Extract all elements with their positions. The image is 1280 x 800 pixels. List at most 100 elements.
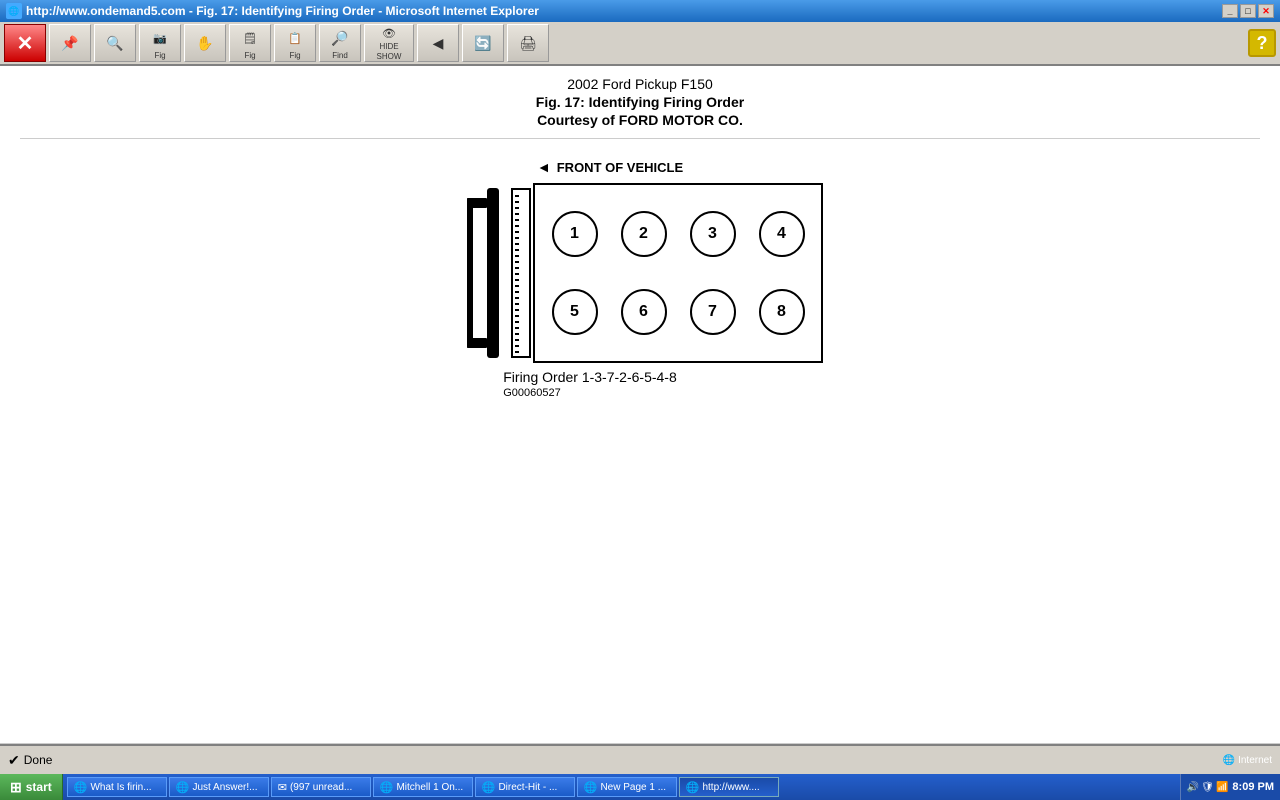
tick-bar bbox=[511, 188, 531, 358]
print-icon: 🖨 bbox=[516, 31, 540, 55]
page-title2: Fig. 17: Identifying Firing Order bbox=[20, 94, 1260, 110]
taskbar-item-5[interactable]: 🌐 New Page 1 ... bbox=[577, 777, 677, 797]
crankshaft-area bbox=[457, 183, 507, 363]
title-bar: 🌐 http://www.ondemand5.com - Fig. 17: Id… bbox=[0, 0, 1280, 22]
taskbar-item-4[interactable]: 🌐 Direct-Hit - ... bbox=[475, 777, 575, 797]
toolbar-btn-hideshow[interactable]: 👁 HIDE SHOW bbox=[364, 24, 414, 62]
find-icon: 🔎 bbox=[328, 26, 352, 50]
page-title1: 2002 Ford Pickup F150 bbox=[20, 76, 1260, 92]
toolbar: ✕ 📌 🔍 📷 Fig ✋ 🗒 Fig 📋 Fig 🔎 Find 👁 HIDE … bbox=[0, 22, 1280, 66]
find-label: Find bbox=[332, 51, 348, 60]
cylinder-7: 7 bbox=[690, 289, 736, 335]
start-button[interactable]: ⊞ start bbox=[0, 774, 63, 800]
taskbar-icon-6: 🌐 bbox=[686, 781, 700, 794]
hideshow-label: HIDE bbox=[379, 42, 398, 51]
toolbar-btn-hand[interactable]: ✋ bbox=[184, 24, 226, 62]
toolbar-btn-fig1[interactable]: 📷 Fig bbox=[139, 24, 181, 62]
close-toolbar-button[interactable]: ✕ bbox=[4, 24, 46, 62]
fig1-label: Fig bbox=[154, 51, 165, 60]
diagram-container: ◄ FRONT OF VEHICLE bbox=[20, 159, 1260, 399]
close-toolbar-icon: ✕ bbox=[13, 31, 37, 55]
tray-icon-1: 🔊 bbox=[1187, 782, 1199, 793]
part-number: G00060527 bbox=[503, 387, 677, 399]
taskbar-label-1: Just Answer!... bbox=[192, 782, 257, 793]
toolbar-btn-find[interactable]: 🔎 Find bbox=[319, 24, 361, 62]
cylinder-8: 8 bbox=[759, 289, 805, 335]
taskbar-item-6[interactable]: 🌐 http://www.... bbox=[679, 777, 779, 797]
taskbar-item-0[interactable]: 🌐 What Is firin... bbox=[67, 777, 167, 797]
arrow-left-icon: ◄ bbox=[537, 159, 551, 175]
search-icon: 🔍 bbox=[103, 31, 127, 55]
pin-icon: 📌 bbox=[58, 31, 82, 55]
taskbar-item-2[interactable]: ✉ (997 unread... bbox=[271, 777, 371, 797]
taskbar-icon-4: 🌐 bbox=[482, 781, 496, 794]
status-text: Done bbox=[24, 753, 53, 767]
page-title3: Courtesy of FORD MOTOR CO. bbox=[20, 112, 1260, 128]
maximize-button[interactable]: □ bbox=[1240, 4, 1256, 18]
front-label-text: FRONT OF VEHICLE bbox=[557, 160, 683, 175]
back-icon: ◀ bbox=[426, 31, 450, 55]
taskbar-item-3[interactable]: 🌐 Mitchell 1 On... bbox=[373, 777, 473, 797]
taskbar-label-2: (997 unread... bbox=[290, 782, 352, 793]
status-icon: ✔ bbox=[8, 752, 20, 769]
taskbar-label-5: New Page 1 ... bbox=[600, 782, 666, 793]
clock: 8:09 PM bbox=[1232, 781, 1274, 793]
window-title: http://www.ondemand5.com - Fig. 17: Iden… bbox=[26, 4, 1222, 18]
cylinder-1: 1 bbox=[552, 211, 598, 257]
internet-zone: 🌐 Internet bbox=[1223, 755, 1272, 766]
taskbar-label-4: Direct-Hit - ... bbox=[498, 782, 557, 793]
toolbar-btn-print[interactable]: 🖨 bbox=[507, 24, 549, 62]
taskbar-icon-2: ✉ bbox=[278, 781, 287, 794]
cylinder-5: 5 bbox=[552, 289, 598, 335]
toolbar-btn-back[interactable]: ◀ bbox=[417, 24, 459, 62]
header-divider bbox=[20, 138, 1260, 139]
cylinder-box: 1 2 3 4 5 6 7 8 bbox=[533, 183, 823, 363]
help-button[interactable]: ? bbox=[1248, 29, 1276, 57]
front-label: ◄ FRONT OF VEHICLE bbox=[537, 159, 683, 175]
toolbar-btn-2[interactable]: 🔍 bbox=[94, 24, 136, 62]
cylinder-6: 6 bbox=[621, 289, 667, 335]
title-bar-buttons: _ □ ✕ bbox=[1222, 4, 1274, 18]
fig2-label: Fig bbox=[244, 51, 255, 60]
taskbar-label-0: What Is firin... bbox=[90, 782, 151, 793]
crankshaft-svg bbox=[457, 183, 507, 363]
diagram-labels: Firing Order 1-3-7-2-6-5-4-8 G00060527 bbox=[503, 369, 677, 399]
cylinder-2: 2 bbox=[621, 211, 667, 257]
taskbar-label-6: http://www.... bbox=[702, 782, 759, 793]
hand-icon: ✋ bbox=[193, 31, 217, 55]
fig3-icon: 📋 bbox=[283, 26, 307, 50]
toolbar-btn-refresh[interactable]: 🔄 bbox=[462, 24, 504, 62]
cylinder-4: 4 bbox=[759, 211, 805, 257]
zone-text: Internet bbox=[1238, 755, 1272, 766]
system-tray-icons: 🔊 🛡 📶 bbox=[1187, 782, 1229, 793]
toolbar-btn-1[interactable]: 📌 bbox=[49, 24, 91, 62]
windows-icon: ⊞ bbox=[10, 779, 22, 796]
content-area: 2002 Ford Pickup F150 Fig. 17: Identifyi… bbox=[0, 66, 1280, 744]
tray-icon-3: 📶 bbox=[1216, 782, 1228, 793]
start-label: start bbox=[26, 780, 52, 794]
taskbar-items: 🌐 What Is firin... 🌐 Just Answer!... ✉ (… bbox=[63, 777, 1180, 797]
close-button[interactable]: ✕ bbox=[1258, 4, 1274, 18]
status-bar: ✔ Done 🌐 Internet bbox=[0, 744, 1280, 774]
taskbar-icon-1: 🌐 bbox=[176, 781, 190, 794]
toolbar-btn-fig2[interactable]: 🗒 Fig bbox=[229, 24, 271, 62]
fig3-label: Fig bbox=[289, 51, 300, 60]
cylinder-3: 3 bbox=[690, 211, 736, 257]
taskbar: ⊞ start 🌐 What Is firin... 🌐 Just Answer… bbox=[0, 774, 1280, 800]
minimize-button[interactable]: _ bbox=[1222, 4, 1238, 18]
hideshow-icon: 👁 bbox=[377, 25, 401, 41]
fig2-icon: 🗒 bbox=[238, 26, 262, 50]
taskbar-item-1[interactable]: 🌐 Just Answer!... bbox=[169, 777, 269, 797]
firing-order-text: Firing Order 1-3-7-2-6-5-4-8 bbox=[503, 369, 677, 385]
tray-icon-2: 🛡 bbox=[1201, 782, 1214, 793]
taskbar-icon-0: 🌐 bbox=[74, 781, 88, 794]
taskbar-right: 🔊 🛡 📶 8:09 PM bbox=[1180, 774, 1280, 800]
toolbar-btn-fig3[interactable]: 📋 Fig bbox=[274, 24, 316, 62]
page-header: 2002 Ford Pickup F150 Fig. 17: Identifyi… bbox=[20, 76, 1260, 128]
refresh-icon: 🔄 bbox=[471, 31, 495, 55]
taskbar-icon-3: 🌐 bbox=[380, 781, 394, 794]
globe-icon: 🌐 bbox=[1223, 755, 1235, 766]
window-icon: 🌐 bbox=[6, 3, 22, 19]
taskbar-icon-5: 🌐 bbox=[584, 781, 598, 794]
status-done: ✔ Done bbox=[8, 752, 52, 769]
